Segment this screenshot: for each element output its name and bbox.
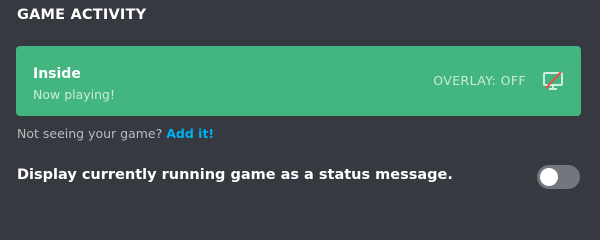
status-message-toggle[interactable] [537, 165, 580, 189]
helper-prefix: Not seeing your game? [17, 126, 163, 141]
game-status: Now playing! [33, 87, 116, 102]
overlay-status: OVERLAY: OFF [433, 73, 526, 88]
status-message-setting-label: Display currently running game as a stat… [17, 167, 453, 183]
add-game-link[interactable]: Add it! [166, 126, 214, 141]
monitor-off-icon[interactable] [542, 70, 564, 92]
toggle-knob [540, 168, 558, 186]
section-title: GAME ACTIVITY [17, 7, 147, 23]
game-name: Inside [33, 66, 81, 82]
helper-text: Not seeing your game? Add it! [17, 126, 214, 141]
game-card: Inside Now playing! OVERLAY: OFF [16, 46, 581, 116]
